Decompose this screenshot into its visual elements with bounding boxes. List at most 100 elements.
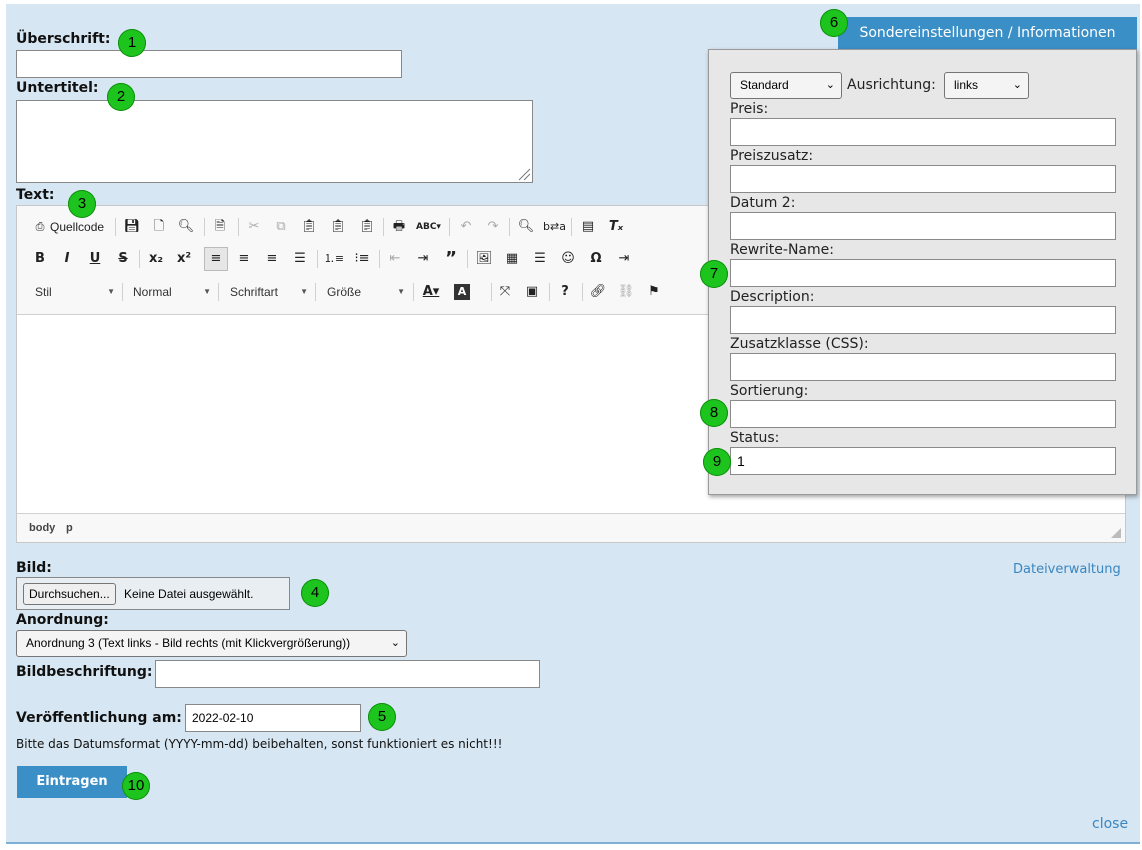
special-settings-tab[interactable]: Sondereinstellungen / Informationen: [838, 17, 1137, 49]
align-center-icon[interactable]: ≡: [233, 248, 255, 270]
superscript-icon[interactable]: x²: [173, 248, 195, 270]
size-combo[interactable]: Größe ▼: [327, 281, 407, 303]
editor-resize-icon[interactable]: [1111, 528, 1121, 538]
badge-5: 5: [368, 703, 396, 731]
badge-10: 10: [122, 772, 150, 800]
bulleted-list-icon[interactable]: ⁝≡: [351, 248, 373, 270]
css-class-input[interactable]: [730, 353, 1116, 381]
source-icon[interactable]: ⎙: [29, 216, 51, 238]
paste-icon[interactable]: 📋︎: [298, 216, 320, 238]
link-icon[interactable]: 🔗︎: [587, 281, 609, 303]
text-color-icon[interactable]: A▾: [420, 281, 442, 303]
caption-input[interactable]: [155, 660, 540, 688]
paste-text-icon[interactable]: 📋︎: [327, 216, 349, 238]
mode-select[interactable]: Standard ⌄: [730, 72, 842, 99]
badge-9: 9: [703, 448, 731, 476]
publish-date-input[interactable]: 2022-02-10: [185, 704, 361, 732]
font-combo[interactable]: Schriftart ▼: [230, 281, 310, 303]
select-all-icon[interactable]: ▤: [577, 216, 599, 238]
price-input[interactable]: [730, 118, 1116, 146]
image-label: Bild:: [16, 560, 52, 576]
editor-statusbar: body p: [17, 513, 1125, 542]
price-label: Preis:: [730, 101, 769, 117]
strikethrough-icon[interactable]: S: [112, 248, 134, 270]
undo-icon[interactable]: ↶: [455, 216, 477, 238]
badge-4: 4: [301, 579, 329, 607]
show-blocks-icon[interactable]: ▣: [521, 281, 543, 303]
alignment-label: Ausrichtung:: [847, 77, 936, 93]
special-settings-panel: Standard ⌄ Ausrichtung: links ⌄ Preis: Pre…: [708, 49, 1137, 495]
file-picker: Durchsuchen... Keine Datei ausgewählt.: [16, 577, 290, 610]
text-label: Text:: [16, 187, 55, 203]
rewrite-name-input[interactable]: [730, 259, 1116, 287]
templates-icon[interactable]: 🗎: [209, 216, 231, 238]
align-right-icon[interactable]: ≡: [261, 248, 283, 270]
format-combo[interactable]: Normal ▼: [133, 281, 213, 303]
help-icon[interactable]: ?: [554, 281, 576, 303]
style-combo[interactable]: Stil ▼: [35, 281, 117, 303]
price-addition-input[interactable]: [730, 165, 1116, 193]
sorting-input[interactable]: [730, 400, 1116, 428]
special-char-icon[interactable]: Ω: [585, 248, 607, 270]
outdent-icon[interactable]: ⇤: [384, 248, 406, 270]
source-button[interactable]: Quellcode: [50, 216, 104, 238]
publish-label: Veröffentlichung am:: [16, 710, 182, 726]
rewrite-name-label: Rewrite-Name:: [730, 242, 834, 258]
path-body[interactable]: body: [29, 522, 55, 534]
caption-label: Bildbeschriftung:: [16, 664, 153, 680]
italic-icon[interactable]: I: [56, 248, 78, 270]
print-icon[interactable]: 🖶: [388, 216, 410, 238]
status-input[interactable]: 1: [730, 447, 1116, 475]
preview-icon[interactable]: 🔍︎: [175, 216, 197, 238]
table-icon[interactable]: ▦: [501, 248, 523, 270]
date-hint: Bitte das Datumsformat (YYYY-mm-dd) beib…: [16, 737, 503, 751]
badge-3: 3: [68, 190, 96, 218]
arrangement-select[interactable]: Anordnung 3 (Text links - Bild rechts (m…: [16, 630, 407, 657]
alignment-select[interactable]: links ⌄: [944, 72, 1029, 99]
spellcheck-icon[interactable]: ABC▾: [416, 216, 441, 238]
anchor-flag-icon[interactable]: ⚑: [643, 281, 665, 303]
replace-icon[interactable]: b⇄a: [543, 216, 566, 238]
heading-input[interactable]: [16, 50, 402, 78]
paste-word-icon[interactable]: 📋︎: [356, 216, 378, 238]
resize-handle-icon[interactable]: [517, 167, 531, 181]
file-manager-link[interactable]: Dateiverwaltung: [1013, 562, 1121, 577]
subscript-icon[interactable]: x₂: [145, 248, 167, 270]
indent-icon[interactable]: ⇥: [412, 248, 434, 270]
arrangement-label: Anordnung:: [16, 612, 109, 628]
sorting-label: Sortierung:: [730, 383, 809, 399]
date2-input[interactable]: [730, 212, 1116, 240]
browse-button[interactable]: Durchsuchen...: [23, 583, 116, 605]
badge-1: 1: [118, 29, 146, 57]
cut-icon[interactable]: ✂: [243, 216, 265, 238]
remove-format-icon[interactable]: Tₓ: [605, 216, 627, 238]
align-justify-icon[interactable]: ☰: [289, 248, 311, 270]
save-icon[interactable]: 💾︎: [121, 216, 143, 238]
page-break-icon[interactable]: ⇥: [613, 248, 635, 270]
subtitle-textarea[interactable]: [16, 100, 533, 183]
find-icon[interactable]: 🔍︎: [515, 216, 537, 238]
new-page-icon[interactable]: 🗋: [148, 216, 170, 238]
smiley-icon[interactable]: ☺: [557, 248, 579, 270]
align-left-icon[interactable]: ≡: [204, 247, 228, 271]
description-input[interactable]: [730, 306, 1116, 334]
status-label: Status:: [730, 430, 780, 446]
description-label: Description:: [730, 289, 815, 305]
blockquote-icon[interactable]: ”: [440, 248, 462, 270]
numbered-list-icon[interactable]: ⒈≡: [323, 248, 345, 270]
badge-8: 8: [700, 399, 728, 427]
bold-icon[interactable]: B: [29, 248, 51, 270]
underline-icon[interactable]: U: [84, 248, 106, 270]
submit-button[interactable]: Eintragen: [17, 766, 127, 798]
price-addition-label: Preiszusatz:: [730, 148, 814, 164]
unlink-icon[interactable]: ⛓: [615, 281, 637, 303]
close-link[interactable]: close: [1092, 816, 1128, 832]
bg-color-icon[interactable]: A: [454, 284, 470, 300]
horizontal-line-icon[interactable]: ☰: [529, 248, 551, 270]
redo-icon[interactable]: ↷: [482, 216, 504, 238]
image-icon[interactable]: 🖼︎: [473, 248, 495, 270]
file-status: Keine Datei ausgewählt.: [124, 587, 254, 601]
maximize-icon[interactable]: ⤧: [494, 281, 516, 303]
copy-icon[interactable]: ⧉: [270, 216, 292, 238]
path-p[interactable]: p: [66, 522, 73, 534]
